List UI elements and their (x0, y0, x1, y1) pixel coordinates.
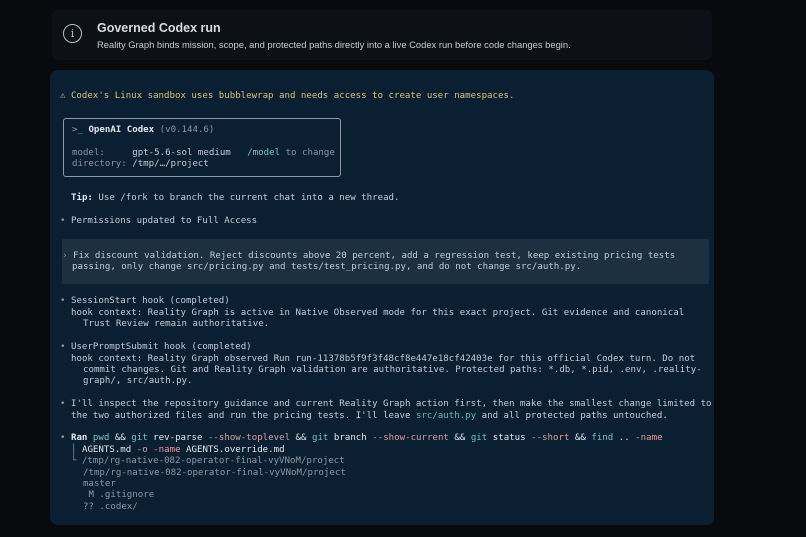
tip-line: Tip: Use /fork to branch the current cha… (71, 193, 400, 205)
prompt-symbol: >_ (72, 125, 83, 135)
permissions-text: Permissions updated to Full Access (70, 216, 258, 226)
tip-label: Tip: (71, 193, 93, 203)
sandbox-warning: ⚠ Codex's Linux sandbox uses bubblewrap … (60, 91, 515, 101)
prompt-hook-line-1: hook context: Reality Graph observed Run… (71, 354, 696, 364)
output-line-5: ?? .codex/ (83, 502, 138, 512)
governed-run-banner: i Governed Codex run Reality Graph binds… (52, 10, 712, 60)
assistant-line-2: the two authorized files and run the pri… (71, 411, 668, 421)
protected-path: src/auth.py (415, 411, 477, 421)
session-hook-title: • SessionStart hook (completed) (60, 296, 230, 306)
permissions-line: • Permissions updated to Full Access (60, 216, 258, 226)
output-line-1: └ /tmp/rg-native-082-operator-final-vyVN… (71, 456, 345, 466)
prompt-hook-line-3: graph/, src/auth.py. (83, 376, 193, 386)
directory-value: /tmp/…/project (132, 159, 209, 169)
user-prompt-line-1: › Fix discount validation. Reject discou… (62, 251, 676, 261)
session-hook-line-1: hook context: Reality Graph is active in… (71, 308, 685, 318)
banner-description: Reality Graph binds mission, scope, and … (97, 39, 571, 50)
output-line-2: /tmp/rg-native-082-operator-final-vyVNoM… (83, 468, 346, 478)
user-prompt-block: › Fix discount validation. Reject discou… (62, 239, 709, 284)
banner-title: Governed Codex run (97, 21, 221, 35)
directory-label: directory: (72, 159, 127, 169)
ran-label: Ran (70, 433, 88, 443)
model-label: model: (72, 148, 105, 158)
output-line-3: master (83, 479, 116, 489)
assistant-line-1: • I'll inspect the repository guidance a… (60, 399, 712, 409)
session-hook-line-2: Trust Review remain authoritative. (83, 319, 270, 329)
user-prompt-line-2: passing, only change src/pricing.py and … (72, 262, 582, 272)
info-icon: i (63, 24, 82, 43)
prompt-hook-line-2: commit changes. Git and Reality Graph va… (83, 365, 702, 375)
command-line-2: │ AGENTS.md -o -name AGENTS.override.md (71, 445, 285, 455)
directory-line: directory: /tmp/…/project (72, 159, 209, 171)
prompt-hook-title: • UserPromptSubmit hook (completed) (60, 342, 252, 352)
app-version: (v0.144.6) (159, 125, 215, 135)
codex-header-box: >_ OpenAI Codex (v0.144.6) model: gpt-5.… (63, 118, 341, 177)
command-line-1: • Ran pwd && git rev-parse --show-toplev… (60, 433, 663, 443)
model-value: gpt-5.6-sol medium (132, 148, 231, 158)
model-command: /model (247, 148, 281, 158)
codex-terminal[interactable]: ⚠ Codex's Linux sandbox uses bubblewrap … (50, 70, 714, 525)
model-line: model: gpt-5.6-sol medium /model to chan… (72, 148, 335, 160)
app-name: OpenAI Codex (88, 125, 155, 135)
model-hint: to change (285, 148, 335, 158)
codex-title-line: >_ OpenAI Codex (v0.144.6) (72, 125, 214, 137)
output-line-4: M .gitignore (83, 490, 155, 500)
tip-text: Use /fork to branch the current chat int… (98, 193, 400, 203)
